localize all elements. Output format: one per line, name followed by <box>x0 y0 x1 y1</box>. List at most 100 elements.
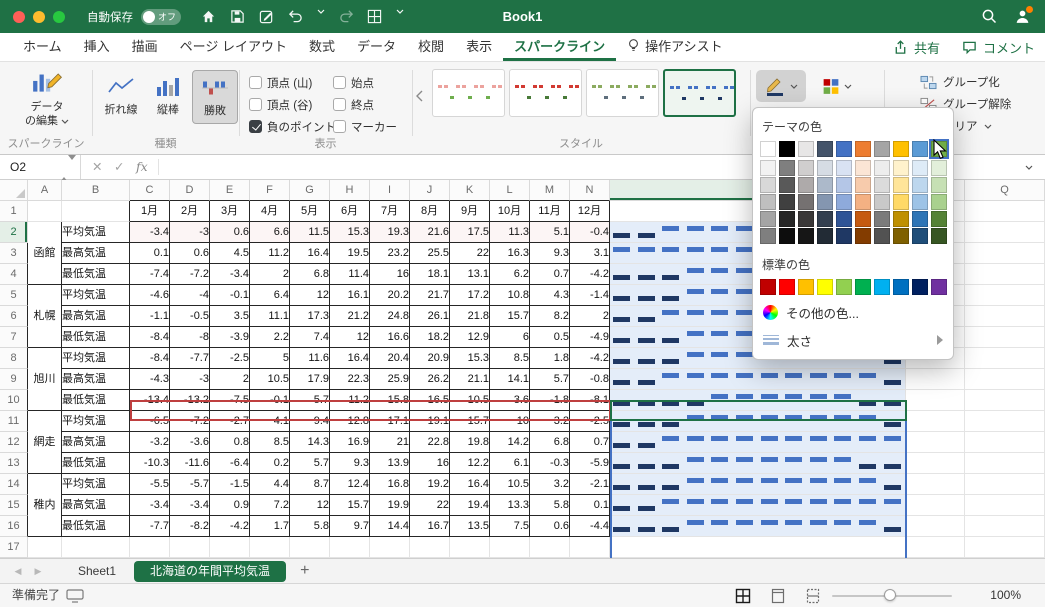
theme-color-swatch[interactable] <box>836 160 852 176</box>
ribbon-tab-8[interactable]: 表示 <box>455 33 503 61</box>
value-cell[interactable]: 0.8 <box>210 432 250 453</box>
theme-color-swatch[interactable] <box>855 160 871 176</box>
theme-color-swatch[interactable] <box>874 177 890 193</box>
value-cell[interactable]: 8.5 <box>490 348 530 369</box>
cell[interactable] <box>906 474 965 495</box>
value-cell[interactable]: -5.9 <box>570 453 610 474</box>
city-cell[interactable]: 札幌 <box>28 285 62 348</box>
value-cell[interactable]: 12.8 <box>330 411 370 432</box>
cell[interactable] <box>906 453 965 474</box>
measure-label-cell[interactable]: 最低気温 <box>62 516 130 537</box>
value-cell[interactable]: 21 <box>370 432 410 453</box>
value-cell[interactable]: -0.4 <box>570 222 610 243</box>
theme-color-swatch[interactable] <box>779 211 795 227</box>
month-header-cell[interactable]: 8月 <box>410 201 450 222</box>
value-cell[interactable]: 0.5 <box>530 327 570 348</box>
row-header-5[interactable]: 5 <box>0 285 28 306</box>
month-header-cell[interactable]: 9月 <box>450 201 490 222</box>
ribbon-tab-9[interactable]: スパークライン <box>503 33 617 61</box>
value-cell[interactable]: 20.2 <box>370 285 410 306</box>
sparkline-style-3[interactable] <box>586 69 659 117</box>
value-cell[interactable]: -3.4 <box>170 495 210 516</box>
sparkline-cell[interactable] <box>610 390 906 411</box>
value-cell[interactable]: -8.4 <box>130 348 170 369</box>
cell[interactable] <box>965 222 1045 243</box>
value-cell[interactable]: 19.8 <box>450 432 490 453</box>
value-cell[interactable]: 19.4 <box>450 495 490 516</box>
value-cell[interactable]: 13.9 <box>370 453 410 474</box>
ribbon-tab-2[interactable]: 挿入 <box>73 33 121 61</box>
value-cell[interactable]: 26.1 <box>410 306 450 327</box>
value-cell[interactable]: 11.2 <box>250 243 290 264</box>
value-cell[interactable]: -2.1 <box>570 474 610 495</box>
group-button[interactable]: グループ化 <box>920 74 1000 90</box>
value-cell[interactable]: 13.3 <box>490 495 530 516</box>
theme-color-swatch[interactable] <box>931 228 947 244</box>
row-header-9[interactable]: 9 <box>0 369 28 390</box>
theme-color-swatch[interactable] <box>912 228 928 244</box>
sheet-tab-1[interactable]: Sheet1 <box>62 560 132 582</box>
month-header-cell[interactable]: 12月 <box>570 201 610 222</box>
theme-color-swatch[interactable] <box>798 141 814 157</box>
value-cell[interactable]: 21.6 <box>410 222 450 243</box>
value-cell[interactable]: 15.7 <box>490 306 530 327</box>
sparkline-style-1[interactable] <box>432 69 505 117</box>
sparkline-style-4[interactable] <box>663 69 736 117</box>
theme-color-swatch[interactable] <box>836 141 852 157</box>
sparkline-cell[interactable] <box>610 453 906 474</box>
value-cell[interactable]: 24.8 <box>370 306 410 327</box>
standard-color-swatch[interactable] <box>836 279 852 295</box>
value-cell[interactable]: 17.5 <box>450 222 490 243</box>
value-cell[interactable]: 16.5 <box>410 390 450 411</box>
value-cell[interactable]: 2.2 <box>250 327 290 348</box>
ribbon-tab-10[interactable]: 操作アシスト <box>616 33 733 61</box>
cell[interactable] <box>965 495 1045 516</box>
row-header-16[interactable]: 16 <box>0 516 28 537</box>
ribbon-tab-1[interactable]: ホーム <box>12 33 73 61</box>
cell[interactable] <box>28 537 62 558</box>
theme-color-swatch[interactable] <box>931 194 947 210</box>
theme-color-swatch[interactable] <box>893 194 909 210</box>
home-button[interactable] <box>201 9 217 25</box>
insert-function-icon[interactable]: fx <box>136 155 148 179</box>
value-cell[interactable]: 17.2 <box>450 285 490 306</box>
value-cell[interactable]: 21.7 <box>410 285 450 306</box>
theme-color-swatch[interactable] <box>779 228 795 244</box>
cell[interactable] <box>965 537 1045 558</box>
value-cell[interactable]: 14.1 <box>490 369 530 390</box>
theme-color-swatch[interactable] <box>836 211 852 227</box>
value-cell[interactable]: 15.3 <box>330 222 370 243</box>
value-cell[interactable]: 5 <box>250 348 290 369</box>
value-cell[interactable]: -4.3 <box>130 369 170 390</box>
value-cell[interactable]: -3.4 <box>210 264 250 285</box>
value-cell[interactable]: -7.7 <box>170 348 210 369</box>
value-cell[interactable]: 10.8 <box>490 285 530 306</box>
share-button[interactable]: 共有 <box>893 38 940 57</box>
sparkline-type-line-button[interactable]: 折れ線 <box>98 70 144 124</box>
previous-sheet-button[interactable]: ◀ <box>8 566 28 577</box>
cell[interactable] <box>965 348 1045 369</box>
value-cell[interactable]: 0.6 <box>210 222 250 243</box>
value-cell[interactable]: 16 <box>410 453 450 474</box>
cell[interactable] <box>610 537 906 558</box>
ribbon-tab-5[interactable]: 数式 <box>298 33 346 61</box>
theme-color-swatch[interactable] <box>760 228 776 244</box>
value-cell[interactable]: 5.8 <box>530 495 570 516</box>
value-cell[interactable]: -13.4 <box>130 390 170 411</box>
cell[interactable] <box>290 537 330 558</box>
theme-color-swatch[interactable] <box>760 141 776 157</box>
cell[interactable] <box>570 537 610 558</box>
measure-label-cell[interactable]: 最低気温 <box>62 264 130 285</box>
row-header-11[interactable]: 11 <box>0 411 28 432</box>
value-cell[interactable]: 25.5 <box>410 243 450 264</box>
theme-color-swatch[interactable] <box>912 211 928 227</box>
value-cell[interactable]: -2.7 <box>210 411 250 432</box>
value-cell[interactable]: 11.2 <box>330 390 370 411</box>
theme-color-swatch[interactable] <box>893 160 909 176</box>
month-header-cell[interactable]: 4月 <box>250 201 290 222</box>
column-header-K[interactable]: K <box>450 180 490 201</box>
cell[interactable] <box>210 537 250 558</box>
value-cell[interactable]: -8 <box>170 327 210 348</box>
theme-color-swatch[interactable] <box>798 228 814 244</box>
value-cell[interactable]: 6.6 <box>250 222 290 243</box>
